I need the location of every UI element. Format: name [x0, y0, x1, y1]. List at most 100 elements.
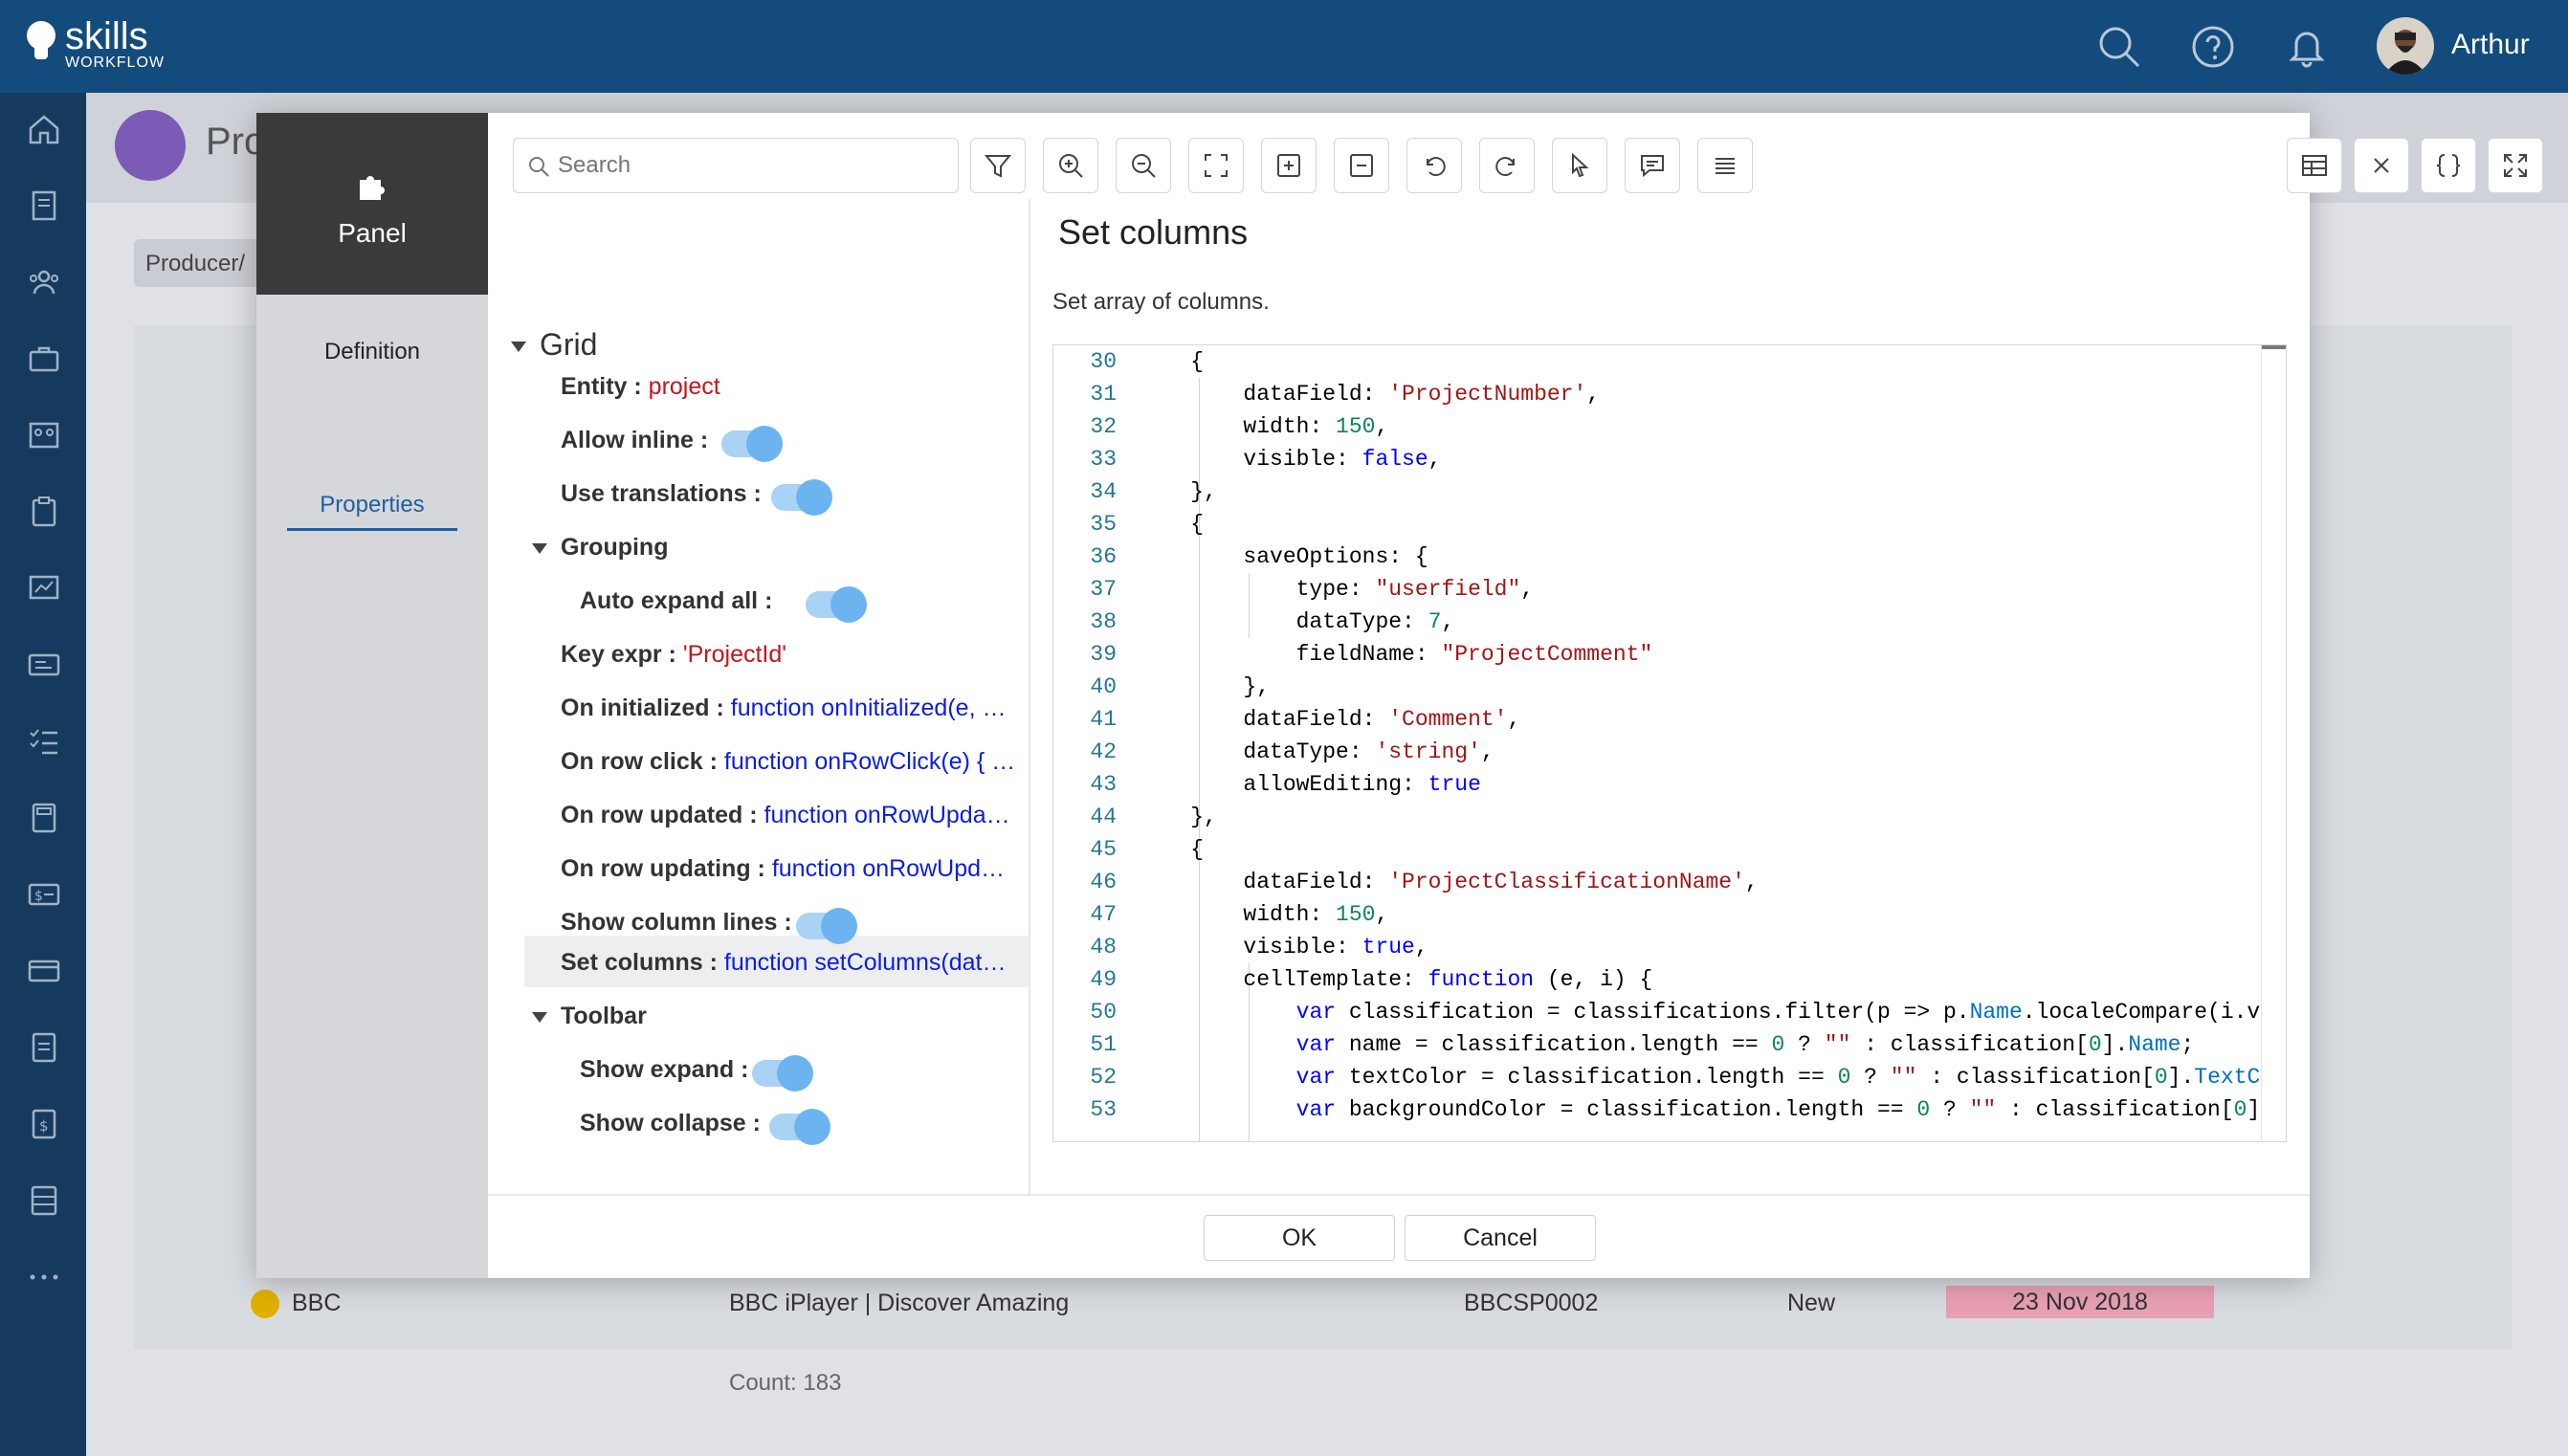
code-line[interactable]: 33 visible: false,	[1053, 443, 2261, 475]
auto-expand-toggle[interactable]	[806, 586, 867, 623]
checklist-icon[interactable]	[27, 724, 61, 759]
table-view-button[interactable]	[2287, 138, 2342, 193]
help-icon[interactable]	[2189, 23, 2237, 71]
code-line[interactable]: 34 },	[1053, 475, 2261, 508]
id-card-icon[interactable]	[27, 648, 61, 682]
search-box[interactable]	[513, 138, 959, 193]
redo-button[interactable]	[1479, 138, 1535, 193]
code-text: var classification = classifications.fil…	[1295, 1000, 2261, 1025]
allow-inline-toggle[interactable]	[721, 426, 783, 462]
use-translations-toggle[interactable]	[771, 479, 832, 516]
record-count: Count: 183	[729, 1370, 842, 1396]
tree-node-toolbar[interactable]: Toolbar	[532, 1003, 647, 1030]
tree-node-grouping[interactable]: Grouping	[532, 534, 668, 562]
code-line[interactable]: 40 },	[1053, 671, 2261, 703]
code-line[interactable]: 41 dataField: 'Comment',	[1053, 703, 2261, 736]
code-line[interactable]: 49 cellTemplate: function (e, i) {	[1053, 963, 2261, 996]
line-number: 42	[1090, 739, 1117, 764]
breadcrumb[interactable]: Producer/	[134, 239, 268, 287]
collapse-all-button[interactable]	[1334, 138, 1389, 193]
line-number: 47	[1090, 902, 1117, 927]
close-button[interactable]	[2354, 138, 2409, 193]
card-icon[interactable]	[27, 954, 61, 988]
fit-button[interactable]	[1188, 138, 1244, 193]
code-line[interactable]: 39 fieldName: "ProjectComment"	[1053, 638, 2261, 671]
user-name[interactable]: Arthur	[2451, 29, 2530, 61]
search-icon[interactable]	[2095, 23, 2143, 71]
code-line[interactable]: 31 dataField: 'ProjectNumber',	[1053, 378, 2261, 410]
code-line[interactable]: 45 {	[1053, 833, 2261, 866]
tree-node-grid[interactable]: Grid	[511, 327, 597, 363]
code-line[interactable]: 52 var textColor = classification.length…	[1053, 1061, 2261, 1093]
prop-use-translations: Use translations :	[561, 480, 762, 507]
zoom-out-button[interactable]	[1116, 138, 1171, 193]
show-column-lines-toggle[interactable]	[796, 908, 857, 944]
prop-on-row-click[interactable]: On row click : function onRowClick(e) { …	[561, 748, 1029, 776]
code-line[interactable]: 32 width: 150,	[1053, 410, 2261, 443]
code-view-button[interactable]	[2421, 138, 2476, 193]
editor-scrollbar[interactable]	[2261, 345, 2286, 1141]
active-tab-indicator	[287, 528, 457, 531]
code-line[interactable]: 53 var backgroundColor = classification.…	[1053, 1093, 2261, 1126]
search-input[interactable]	[558, 148, 941, 183]
fullscreen-button[interactable]	[2488, 138, 2543, 193]
prop-set-columns[interactable]: Set columns : function setColumns(dat…	[561, 949, 1029, 977]
calculator-icon[interactable]	[27, 801, 61, 835]
more-icon[interactable]	[27, 1260, 61, 1294]
money-icon[interactable]: $	[27, 877, 61, 912]
prop-on-row-updated[interactable]: On row updated : function onRowUpda…	[561, 802, 1029, 829]
code-line[interactable]: 44 },	[1053, 801, 2261, 833]
undo-button[interactable]	[1406, 138, 1462, 193]
code-line[interactable]: 42 dataType: 'string',	[1053, 736, 2261, 768]
invoice-icon[interactable]	[27, 1030, 61, 1065]
briefcase-icon[interactable]	[27, 342, 61, 376]
panel-tile[interactable]: Panel	[256, 113, 488, 295]
show-expand-toggle[interactable]	[752, 1055, 813, 1092]
code-line[interactable]: 46 dataField: 'ProjectClassificationName…	[1053, 866, 2261, 898]
show-collapse-toggle[interactable]	[769, 1109, 830, 1145]
home-icon[interactable]	[27, 112, 61, 146]
select-button[interactable]	[1552, 138, 1607, 193]
bell-icon[interactable]	[2283, 23, 2331, 71]
expand-all-button[interactable]	[1261, 138, 1317, 193]
line-number: 48	[1090, 935, 1117, 960]
code-line[interactable]: 50 var classification = classifications.…	[1053, 996, 2261, 1028]
code-editor[interactable]: 30 {31 dataField: 'ProjectNumber', 32 wid…	[1052, 344, 2287, 1142]
line-number: 35	[1090, 512, 1117, 537]
code-line[interactable]: 37 type: "userfield",	[1053, 573, 2261, 606]
side-item-definition[interactable]: Definition	[256, 339, 488, 365]
clipboard-icon[interactable]	[27, 495, 61, 529]
prop-on-initialized[interactable]: On initialized : function onInitialized(…	[561, 695, 1029, 722]
line-number: 39	[1090, 642, 1117, 667]
zoom-in-button[interactable]	[1043, 138, 1098, 193]
avatar[interactable]	[2377, 17, 2434, 75]
side-item-properties[interactable]: Properties	[256, 492, 488, 518]
filter-button[interactable]	[970, 138, 1026, 193]
dollar-doc-icon[interactable]: $	[27, 1107, 61, 1141]
code-line[interactable]: 48 visible: true,	[1053, 931, 2261, 963]
line-number: 50	[1090, 1000, 1117, 1025]
prop-key-expr[interactable]: Key expr : 'ProjectId'	[561, 641, 786, 669]
users-icon[interactable]	[27, 265, 61, 299]
brand-logo[interactable]: skills WORKFLOW	[27, 17, 165, 71]
bulb-icon	[27, 21, 55, 63]
team-icon[interactable]	[27, 418, 61, 452]
list-button[interactable]	[1697, 138, 1753, 193]
code-line[interactable]: 47 width: 150,	[1053, 898, 2261, 931]
code-line[interactable]: 38 dataType: 7,	[1053, 606, 2261, 638]
ok-button[interactable]: OK	[1204, 1215, 1395, 1261]
code-line[interactable]: 35 {	[1053, 508, 2261, 540]
chart-board-icon[interactable]	[27, 571, 61, 606]
code-line[interactable]: 43 allowEditing: true	[1053, 768, 2261, 801]
code-line[interactable]: 51 var name = classification.length == 0…	[1053, 1028, 2261, 1061]
archive-icon[interactable]	[27, 1183, 61, 1218]
prop-entity[interactable]: Entity : project	[561, 373, 720, 401]
redo-icon	[1495, 157, 1515, 177]
cancel-button[interactable]: Cancel	[1405, 1215, 1596, 1261]
prop-on-row-updating[interactable]: On row updating : function onRowUpd…	[561, 855, 1029, 883]
code-line[interactable]: 30 {	[1053, 345, 2261, 378]
comment-button[interactable]	[1625, 138, 1680, 193]
document-icon[interactable]	[27, 188, 61, 223]
table-row[interactable]: BBC BBC iPlayer | Discover Amazing BBCSP…	[134, 1280, 2513, 1328]
code-line[interactable]: 36 saveOptions: {	[1053, 540, 2261, 573]
